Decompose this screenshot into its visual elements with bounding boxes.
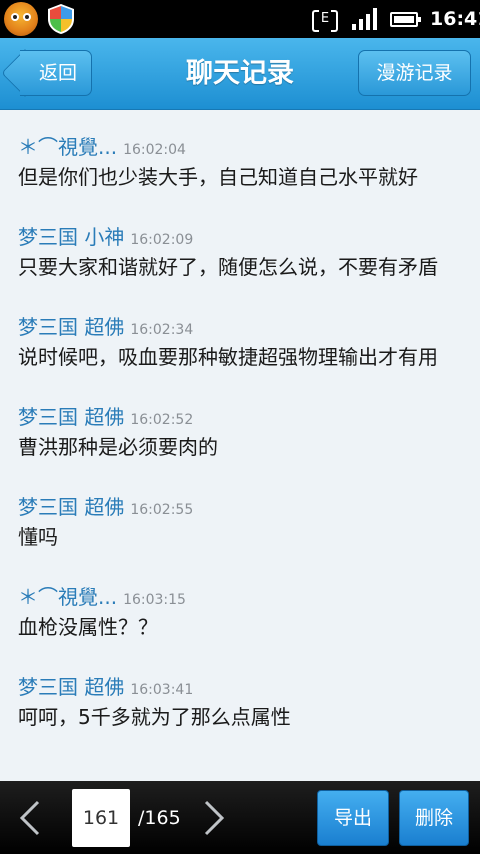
- message-sender: 梦三国 超佛: [18, 405, 125, 429]
- message-time: 16:03:15: [123, 592, 186, 608]
- message-content: 但是你们也少装大手，自己知道自己水平就好: [18, 165, 418, 189]
- message-content: 曹洪那种是必须要肉的: [18, 435, 218, 459]
- pagination-bar: 161 /165 导出 删除: [0, 781, 480, 854]
- message-time: 16:02:55: [130, 502, 194, 518]
- message-content: 懂吗: [18, 525, 58, 549]
- security-shield-icon: [48, 4, 74, 34]
- next-page-icon[interactable]: [198, 799, 230, 837]
- chat-history-list[interactable]: 杀鸡 ＊⌒視覺...16:02:04 但是你们也少装大手，自己知道自己水平就好 …: [0, 111, 480, 781]
- export-button[interactable]: 导出: [317, 790, 389, 846]
- message-content: 只要大家和谐就好了，随便怎么说，不要有矛盾: [18, 255, 438, 279]
- message-content: 血枪没属性？？: [18, 615, 158, 639]
- message-sender: ＊⌒視覺...: [18, 585, 118, 609]
- message-time: 16:02:09: [130, 232, 194, 248]
- chat-message: 梦三国 超佛 16:02:55 懂吗: [0, 491, 480, 551]
- page-title: 聊天记录: [186, 58, 294, 89]
- back-label: 返回: [38, 62, 77, 84]
- message-sender: 梦三国 小神: [18, 225, 125, 249]
- message-sender: 梦三国 超佛: [18, 495, 125, 519]
- network-e-icon: E: [312, 10, 338, 32]
- delete-button[interactable]: 删除: [399, 790, 469, 846]
- app-mascot-icon: [4, 2, 38, 36]
- signal-icon: [352, 8, 378, 30]
- chat-message: 梦三国 超佛 16:02:52 曹洪那种是必须要肉的: [0, 401, 480, 461]
- prev-page-icon[interactable]: [14, 799, 46, 837]
- message-content: 说时候吧，吸血要那种敏捷超强物理输出才有用: [18, 345, 438, 369]
- status-bar: E 16:41: [0, 0, 480, 38]
- message-sender: 梦三国 超佛: [18, 315, 125, 339]
- chat-message: ＊⌒視覺... 16:02:04 但是你们也少装大手，自己知道自己水平就好: [0, 131, 480, 191]
- chat-message: ＊⌒視覺... 16:03:15 血枪没属性？？: [0, 581, 480, 641]
- battery-icon: [390, 12, 421, 27]
- status-time: 16:41: [430, 8, 480, 30]
- message-content: 呵呵，5千多就为了那么点属性: [18, 705, 291, 729]
- message-time: 16:02:52: [130, 412, 194, 428]
- message-sender: ＊⌒視覺...: [18, 135, 118, 159]
- chat-message: 梦三国 超佛 16:02:34 说时候吧，吸血要那种敏捷超强物理输出才有用: [0, 311, 480, 371]
- message-time: 16:02:34: [130, 322, 194, 338]
- back-button[interactable]: 返回: [0, 48, 92, 98]
- chat-message: 梦三国 超佛 16:03:41 呵呵，5千多就为了那么点属性: [0, 671, 480, 731]
- page-number-input[interactable]: 161: [72, 789, 130, 847]
- message-time: 16:02:04: [123, 142, 186, 158]
- page-total: /165: [138, 807, 181, 829]
- roaming-records-button[interactable]: 漫游记录: [358, 50, 471, 96]
- chat-message: 梦三国 小神 16:02:09 只要大家和谐就好了，随便怎么说，不要有矛盾: [0, 221, 480, 281]
- message-sender: 梦三国 超佛: [18, 675, 125, 699]
- title-bar: 返回 聊天记录 漫游记录: [0, 38, 480, 110]
- message-time: 16:03:41: [130, 682, 194, 698]
